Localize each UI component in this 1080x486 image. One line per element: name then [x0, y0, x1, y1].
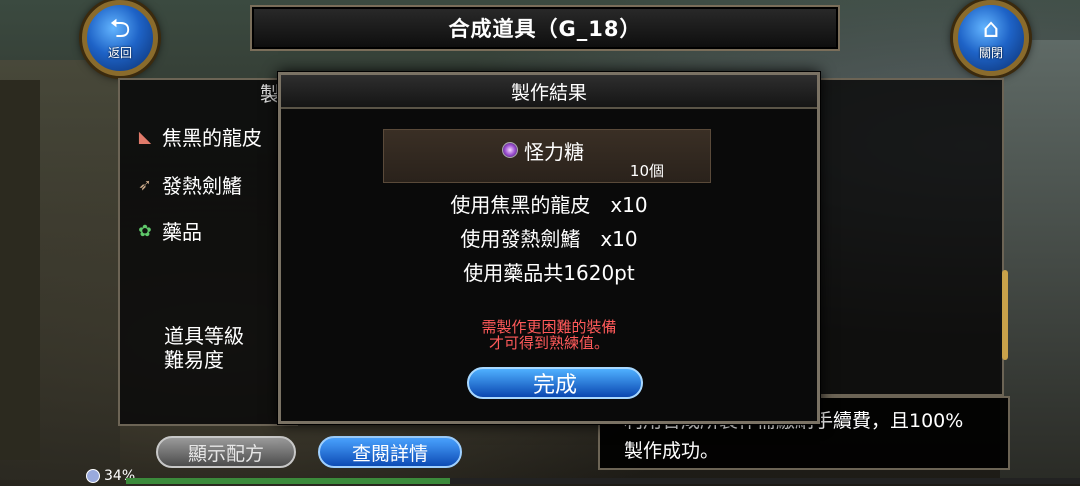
back-label: 返回 [107, 45, 132, 60]
result-item-quantity: 10個 [629, 162, 664, 180]
fin-icon: ➶ [138, 175, 152, 194]
background-pillar [0, 80, 40, 460]
material-label: 藥品 [162, 220, 202, 244]
material-item[interactable]: ➶ 發熱劍鰭 [134, 170, 242, 199]
info-panel [818, 78, 1004, 396]
candy-icon [502, 142, 518, 158]
material-usage-line: 使用焦黑的龍皮 x10 [450, 193, 648, 217]
title-bar: 合成道具（G_18） [250, 5, 840, 51]
dialog-header: 製作結果 [281, 75, 817, 109]
herb-icon: ✿ [138, 221, 152, 240]
status-icon [86, 469, 100, 483]
material-usage-line: 使用藥品共1620pt [463, 261, 635, 285]
material-usage-line: 使用發熱劍鰭 x10 [460, 227, 638, 251]
home-icon: ⌂ [982, 13, 1000, 44]
background-scenery-right [1000, 40, 1080, 480]
recipe-panel: ◣ 焦黑的龍皮 ➶ 發熱劍鰭 ✿ 藥品 道具等級 難易度 [118, 78, 298, 426]
warning-text: 需製作更困難的裝備 [481, 318, 617, 336]
dialog-title: 製作結果 [510, 81, 587, 104]
show-recipe-button[interactable]: 顯示配方 [156, 436, 296, 468]
material-label: 焦黑的龍皮 [162, 126, 262, 150]
material-item[interactable]: ✿ 藥品 [134, 216, 202, 245]
close-button[interactable]: ⌂ 關閉 [953, 0, 1029, 76]
difficulty-label: 難易度 [164, 348, 224, 372]
scrollbar[interactable] [1002, 270, 1008, 360]
close-label: 關閉 [978, 45, 1003, 60]
xp-bar-fill [126, 478, 451, 484]
xp-bar [126, 478, 1080, 484]
warning-text: 才可得到熟練值。 [488, 334, 609, 352]
done-button[interactable]: 完成 [467, 367, 643, 399]
view-detail-button[interactable]: 查閱詳情 [318, 436, 462, 468]
result-item-name: 怪力糖 [524, 140, 584, 164]
description-line: 製作成功。 [624, 440, 720, 462]
page-title: 合成道具（G_18） [448, 17, 642, 41]
result-item-box: 怪力糖 10個 [383, 129, 711, 183]
crafting-result-dialog: 製作結果 怪力糖 10個 使用焦黑的龍皮 x10 使用發熱劍鰭 x10 使用藥品… [278, 72, 820, 424]
dragon-hide-icon: ◣ [138, 127, 152, 146]
material-item[interactable]: ◣ 焦黑的龍皮 [134, 122, 262, 151]
back-button[interactable]: ⮌ 返回 [82, 0, 158, 76]
back-arrow-icon: ⮌ [109, 13, 131, 44]
material-label: 發熱劍鰭 [162, 174, 242, 198]
